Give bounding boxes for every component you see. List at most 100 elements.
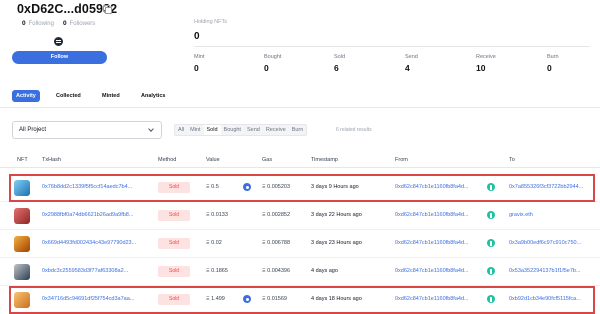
holding-nfts-value: 0 [194, 31, 200, 42]
arrow-right-icon [487, 239, 495, 247]
metric-burn-value: 0 [547, 63, 552, 73]
to-address-link[interactable]: 0x53a352294137b1f1f5e7b... [509, 268, 581, 274]
method-badge: Sold [158, 182, 190, 193]
nft-thumbnail[interactable] [14, 180, 30, 196]
type-filter: All Mint Sold Bought Send Receive Burn [174, 124, 308, 136]
column-header-timestamp: Timestamp [311, 157, 338, 163]
from-address-link[interactable]: 0xd62c847cb1e1160fb8fa4d... [395, 184, 469, 190]
gas-cell: Ξ 0.006788 [262, 240, 291, 246]
following-count: 0 [22, 20, 26, 27]
timestamp-cell: 4 days 18 Hours ago [311, 296, 362, 302]
from-address-link[interactable]: 0xd62c847cb1e1160fb8fa4d... [395, 296, 469, 302]
tab-minted[interactable]: Minted [102, 90, 120, 102]
filter-all[interactable]: All [175, 125, 187, 135]
value-cell: Ξ 0.5 [206, 184, 219, 190]
column-header-from: From [395, 157, 408, 163]
table-row[interactable]: 0x76b8dd2c1339f5f5ccf14aedc7b4... Sold Ξ… [0, 174, 600, 202]
tx-hash-link[interactable]: 0x76b8dd2c1339f5f5ccf14aedc7b4... [42, 184, 132, 190]
tx-hash-link[interactable]: 0x2988fbf0a74db6621b26ad9a9fb8... [42, 212, 133, 218]
column-header-value: Value [206, 157, 220, 163]
from-address-link[interactable]: 0xd62c847cb1e1160fb8fa4d... [395, 212, 469, 218]
nft-thumbnail[interactable] [14, 236, 30, 252]
metric-receive-value: 10 [476, 63, 486, 73]
filter-burn[interactable]: Burn [289, 125, 307, 135]
tab-activity[interactable]: Activity [12, 90, 40, 102]
to-address-link[interactable]: 0x7a855326f3cf3722bb2944... [509, 184, 583, 190]
from-address-link[interactable]: 0xd62c847cb1e1160fb8fa4d... [395, 268, 469, 274]
column-header-to: To [509, 157, 515, 163]
metric-bought-label: Bought [264, 54, 282, 60]
column-header-method: Method [158, 157, 177, 163]
metric-sold-value: 6 [334, 63, 339, 73]
nft-thumbnail[interactable] [14, 264, 30, 280]
value-cell: Ξ 0.0133 [206, 212, 228, 218]
gas-cell: Ξ 0.005203 [262, 184, 291, 190]
table-row[interactable]: 0x2988fbf0a74db6621b26ad9a9fb8... Sold Ξ… [0, 202, 600, 230]
arrow-right-icon [487, 295, 495, 303]
following-label: Following [28, 21, 54, 27]
metric-bought-value: 0 [264, 63, 269, 73]
table-row[interactable]: 0x34716d5c94691df25f754cd3a7aa... Sold Ξ… [0, 286, 600, 314]
metric-mint-value: 0 [194, 63, 199, 73]
project-select-value: All Project [19, 127, 47, 133]
method-badge: Sold [158, 266, 190, 277]
table-row[interactable]: 0xbdc3c2559583d3f77af63308a2... Sold Ξ 0… [0, 258, 600, 286]
to-address-link[interactable]: 0xb92d1cb34e90fcf5115fca... [509, 296, 581, 302]
eth-info-icon[interactable] [243, 295, 251, 303]
metric-send-label: Send [405, 54, 418, 60]
timestamp-cell: 3 days 9 Hours ago [311, 184, 359, 190]
eth-info-icon[interactable] [243, 183, 251, 191]
to-address-link[interactable]: 0x3a9b00edf6c97c910c750... [509, 240, 581, 246]
timestamp-cell: 4 days ago [311, 268, 338, 274]
gas-cell: Ξ 0.002852 [262, 212, 291, 218]
tx-hash-link[interactable]: 0x669d4493fd002434c43e97790d23... [42, 240, 136, 246]
gas-cell: Ξ 0.01569 [262, 296, 287, 302]
value-cell: Ξ 0.1865 [206, 268, 228, 274]
timestamp-cell: 3 days 22 Hours ago [311, 212, 362, 218]
divider [0, 107, 600, 108]
copy-icon[interactable] [103, 5, 112, 14]
value-cell: Ξ 1.499 [206, 296, 225, 302]
tx-hash-link[interactable]: 0xbdc3c2559583d3f77af63308a2... [42, 268, 128, 274]
timestamp-cell: 3 days 23 Hours ago [311, 240, 362, 246]
gas-cell: Ξ 0.004396 [262, 268, 291, 274]
results-count: 6 related results [336, 127, 372, 133]
followers-count: 0 [63, 20, 67, 27]
divider [0, 167, 600, 168]
chevron-down-icon [148, 126, 154, 132]
tab-collected[interactable]: Collected [56, 90, 81, 102]
method-badge: Sold [158, 294, 190, 305]
metric-burn-label: Burn [547, 54, 559, 60]
divider [194, 46, 590, 47]
metric-send-value: 4 [405, 63, 410, 73]
followers-stat[interactable]: 0 Followers [63, 20, 95, 27]
from-address-link[interactable]: 0xd62c847cb1e1160fb8fa4d... [395, 240, 469, 246]
tx-hash-link[interactable]: 0x34716d5c94691df25f754cd3a7aa... [42, 296, 134, 302]
filter-mint[interactable]: Mint [187, 125, 203, 135]
holding-nfts-label: Holding NFTs [194, 19, 228, 25]
column-header-gas: Gas [262, 157, 273, 163]
value-cell: Ξ 0.02 [206, 240, 222, 246]
filter-receive[interactable]: Receive [263, 125, 289, 135]
filter-sold[interactable]: Sold [203, 125, 221, 135]
following-stat[interactable]: 0 Following [22, 20, 54, 27]
metric-mint-label: Mint [194, 54, 205, 60]
follow-button[interactable]: Follow [12, 51, 107, 64]
followers-label: Followers [69, 21, 96, 27]
metric-sold-label: Sold [334, 54, 346, 60]
metric-receive-label: Receive [476, 54, 496, 60]
method-badge: Sold [158, 210, 190, 221]
arrow-right-icon [487, 183, 495, 191]
filter-bought[interactable]: Bought [221, 125, 244, 135]
chat-icon[interactable] [54, 37, 63, 46]
nft-thumbnail[interactable] [14, 208, 30, 224]
to-address-link[interactable]: gravix.eth [509, 212, 533, 218]
arrow-right-icon [487, 267, 495, 275]
filter-send[interactable]: Send [244, 125, 263, 135]
tab-analytics[interactable]: Analytics [141, 90, 165, 102]
nft-thumbnail[interactable] [14, 292, 30, 308]
column-header-txhash: TxHash [42, 157, 61, 163]
table-row[interactable]: 0x669d4493fd002434c43e97790d23... Sold Ξ… [0, 230, 600, 258]
project-select[interactable]: All Project [12, 121, 162, 139]
column-header-nft: NFT [17, 157, 28, 163]
